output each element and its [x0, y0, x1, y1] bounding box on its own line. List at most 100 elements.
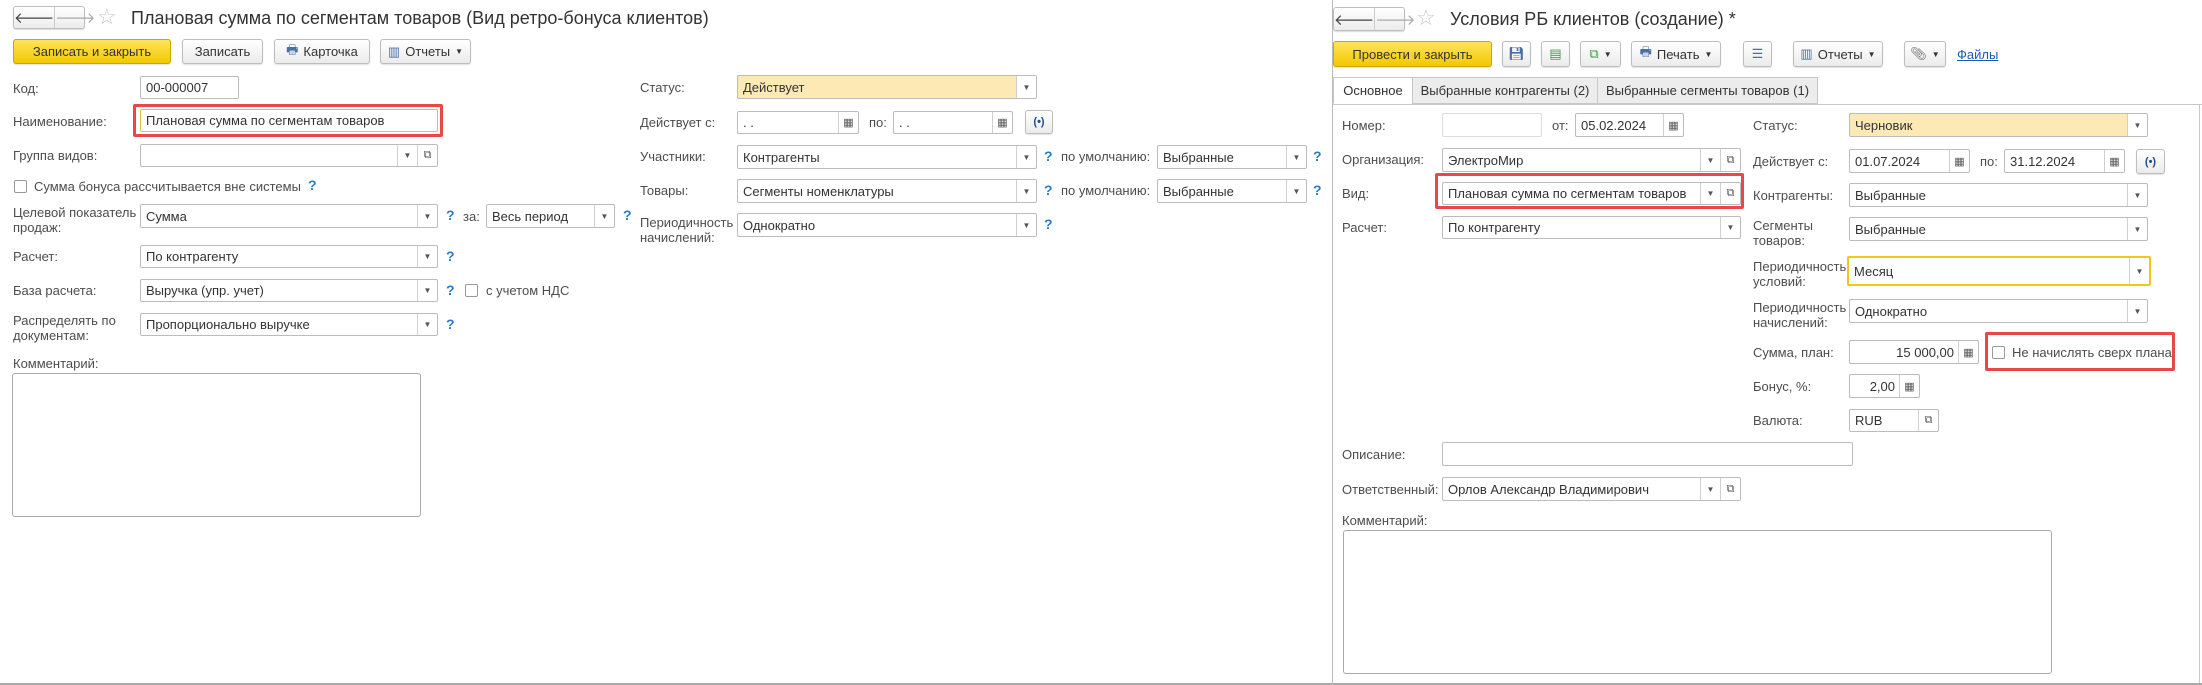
- chevron-down-icon[interactable]: ▼: [417, 205, 437, 227]
- tab-selected-counterparties[interactable]: Выбранные контрагенты (2): [1412, 77, 1598, 104]
- help-icon[interactable]: ?: [308, 177, 317, 193]
- calendar-icon[interactable]: ▦: [1949, 150, 1969, 172]
- counterparties-select[interactable]: Выбранные ▼: [1849, 183, 2148, 207]
- calendar-icon[interactable]: ▦: [1663, 114, 1683, 136]
- participants-default-select[interactable]: Выбранные ▼: [1157, 145, 1307, 169]
- card-button[interactable]: 🖶 Карточка: [274, 39, 370, 64]
- save-button[interactable]: 💾︎: [1502, 41, 1531, 67]
- goods-select[interactable]: Сегменты номенклатуры ▼: [737, 179, 1037, 203]
- chevron-down-icon[interactable]: ▼: [2127, 114, 2147, 136]
- number-field[interactable]: [1442, 113, 1542, 137]
- participants-select[interactable]: Контрагенты ▼: [737, 145, 1037, 169]
- valid-to-field[interactable]: . . ▦: [893, 111, 1013, 134]
- valid-to-field[interactable]: 31.12.2024 ▦: [2004, 149, 2125, 173]
- help-icon[interactable]: ?: [623, 207, 632, 223]
- create-based-button[interactable]: ⧉ ▼: [1580, 41, 1621, 67]
- reports-button[interactable]: ▥ Отчеты ▼: [1793, 41, 1883, 67]
- chevron-down-icon[interactable]: ▼: [1016, 76, 1036, 98]
- open-icon[interactable]: ⧉: [417, 145, 437, 166]
- target-select[interactable]: Сумма ▼: [140, 204, 438, 228]
- goods-default-select[interactable]: Выбранные ▼: [1157, 179, 1307, 203]
- accrual-period-select[interactable]: Однократно ▼: [737, 213, 1037, 237]
- calc-select[interactable]: По контрагенту ▼: [1442, 216, 1741, 239]
- favorite-star-icon[interactable]: ☆: [1416, 6, 1436, 30]
- calendar-icon[interactable]: ▦: [838, 112, 858, 133]
- help-icon[interactable]: ?: [446, 207, 455, 223]
- post-button[interactable]: ▤: [1541, 41, 1570, 67]
- attach-button[interactable]: 📎︎ ▼: [1904, 41, 1946, 67]
- comment-textarea[interactable]: [12, 373, 421, 517]
- chevron-down-icon[interactable]: ▼: [1016, 180, 1036, 202]
- group-select[interactable]: ▼ ⧉: [140, 144, 438, 167]
- period-for-select[interactable]: Весь период ▼: [486, 204, 615, 228]
- responsible-select[interactable]: Орлов Александр Владимирович ▼ ⧉: [1442, 477, 1741, 501]
- help-icon[interactable]: ?: [446, 282, 455, 298]
- calendar-icon[interactable]: ▦: [992, 112, 1012, 133]
- currency-field[interactable]: RUB ⧉: [1849, 409, 1939, 432]
- open-icon[interactable]: ⧉: [1720, 149, 1740, 171]
- chevron-down-icon[interactable]: ▼: [2129, 258, 2149, 284]
- calculator-icon[interactable]: ▦: [1958, 341, 1978, 363]
- forward-button[interactable]: 🡒: [1374, 8, 1415, 30]
- plan-field[interactable]: 15 000,00 ▦: [1849, 340, 1979, 364]
- outside-system-checkbox[interactable]: [14, 180, 27, 193]
- help-icon[interactable]: ?: [1313, 182, 1322, 198]
- valid-from-field[interactable]: 01.07.2024 ▦: [1849, 149, 1970, 173]
- comment-textarea[interactable]: [1343, 530, 2052, 674]
- open-icon[interactable]: ⧉: [1918, 410, 1938, 431]
- chevron-down-icon[interactable]: ▼: [1700, 478, 1720, 500]
- distribute-select[interactable]: Пропорционально выручке ▼: [140, 313, 438, 336]
- calculator-icon[interactable]: ▦: [1899, 375, 1919, 397]
- period-select-button[interactable]: (•): [2136, 149, 2165, 174]
- org-select[interactable]: ЭлектроМир ▼ ⧉: [1442, 148, 1741, 172]
- print-button[interactable]: 🖶 Печать ▼: [1631, 41, 1721, 67]
- chevron-down-icon[interactable]: ▼: [417, 246, 437, 267]
- calendar-icon[interactable]: ▦: [2104, 150, 2124, 172]
- help-icon[interactable]: ?: [446, 316, 455, 332]
- base-select[interactable]: Выручка (упр. учет) ▼: [140, 279, 438, 302]
- favorite-star-icon[interactable]: ☆: [97, 5, 117, 29]
- date-field[interactable]: 05.02.2024 ▦: [1575, 113, 1684, 137]
- save-and-close-button[interactable]: Записать и закрыть: [13, 39, 171, 64]
- chevron-down-icon[interactable]: ▼: [1700, 149, 1720, 171]
- back-button[interactable]: 🡐: [1334, 8, 1374, 30]
- chevron-down-icon[interactable]: ▼: [2127, 218, 2147, 240]
- chevron-down-icon[interactable]: ▼: [1720, 217, 1740, 238]
- chevron-down-icon[interactable]: ▼: [417, 314, 437, 335]
- list-button[interactable]: ☰: [1743, 41, 1772, 67]
- back-button[interactable]: 🡐: [14, 7, 54, 28]
- help-icon[interactable]: ?: [1044, 148, 1053, 164]
- chevron-down-icon[interactable]: ▼: [2127, 300, 2147, 322]
- help-icon[interactable]: ?: [1044, 216, 1053, 232]
- segments-select[interactable]: Выбранные ▼: [1849, 217, 2148, 241]
- forward-button[interactable]: 🡒: [54, 7, 95, 28]
- code-field[interactable]: 00-000007: [140, 76, 239, 99]
- status-select[interactable]: Действует ▼: [737, 75, 1037, 99]
- chevron-down-icon[interactable]: ▼: [1016, 146, 1036, 168]
- post-and-close-button[interactable]: Провести и закрыть: [1333, 41, 1492, 67]
- bonus-field[interactable]: 2,00 ▦: [1849, 374, 1920, 398]
- chevron-down-icon[interactable]: ▼: [1016, 214, 1036, 236]
- description-field[interactable]: [1442, 442, 1853, 466]
- chevron-down-icon[interactable]: ▼: [1286, 146, 1306, 168]
- help-icon[interactable]: ?: [446, 248, 455, 264]
- chevron-down-icon[interactable]: ▼: [417, 280, 437, 301]
- help-icon[interactable]: ?: [1044, 182, 1053, 198]
- period-select-button[interactable]: (•): [1025, 110, 1053, 134]
- calc-select[interactable]: По контрагенту ▼: [140, 245, 438, 268]
- files-link[interactable]: Файлы: [1957, 47, 1998, 62]
- tab-selected-segments[interactable]: Выбранные сегменты товаров (1): [1597, 77, 1818, 104]
- save-button[interactable]: Записать: [182, 39, 263, 64]
- chevron-down-icon[interactable]: ▼: [397, 145, 417, 166]
- chevron-down-icon[interactable]: ▼: [2127, 184, 2147, 206]
- chevron-down-icon[interactable]: ▼: [594, 205, 614, 227]
- tab-main[interactable]: Основное: [1333, 77, 1413, 104]
- cond-period-select[interactable]: Месяц ▼: [1847, 256, 2151, 286]
- help-icon[interactable]: ?: [1313, 148, 1322, 164]
- vat-checkbox[interactable]: [465, 284, 478, 297]
- reports-button[interactable]: ▥ Отчеты ▼: [380, 39, 471, 64]
- accrual-period-select[interactable]: Однократно ▼: [1849, 299, 2148, 323]
- valid-from-field[interactable]: . . ▦: [737, 111, 859, 134]
- chevron-down-icon[interactable]: ▼: [1286, 180, 1306, 202]
- status-select[interactable]: Черновик ▼: [1849, 113, 2148, 137]
